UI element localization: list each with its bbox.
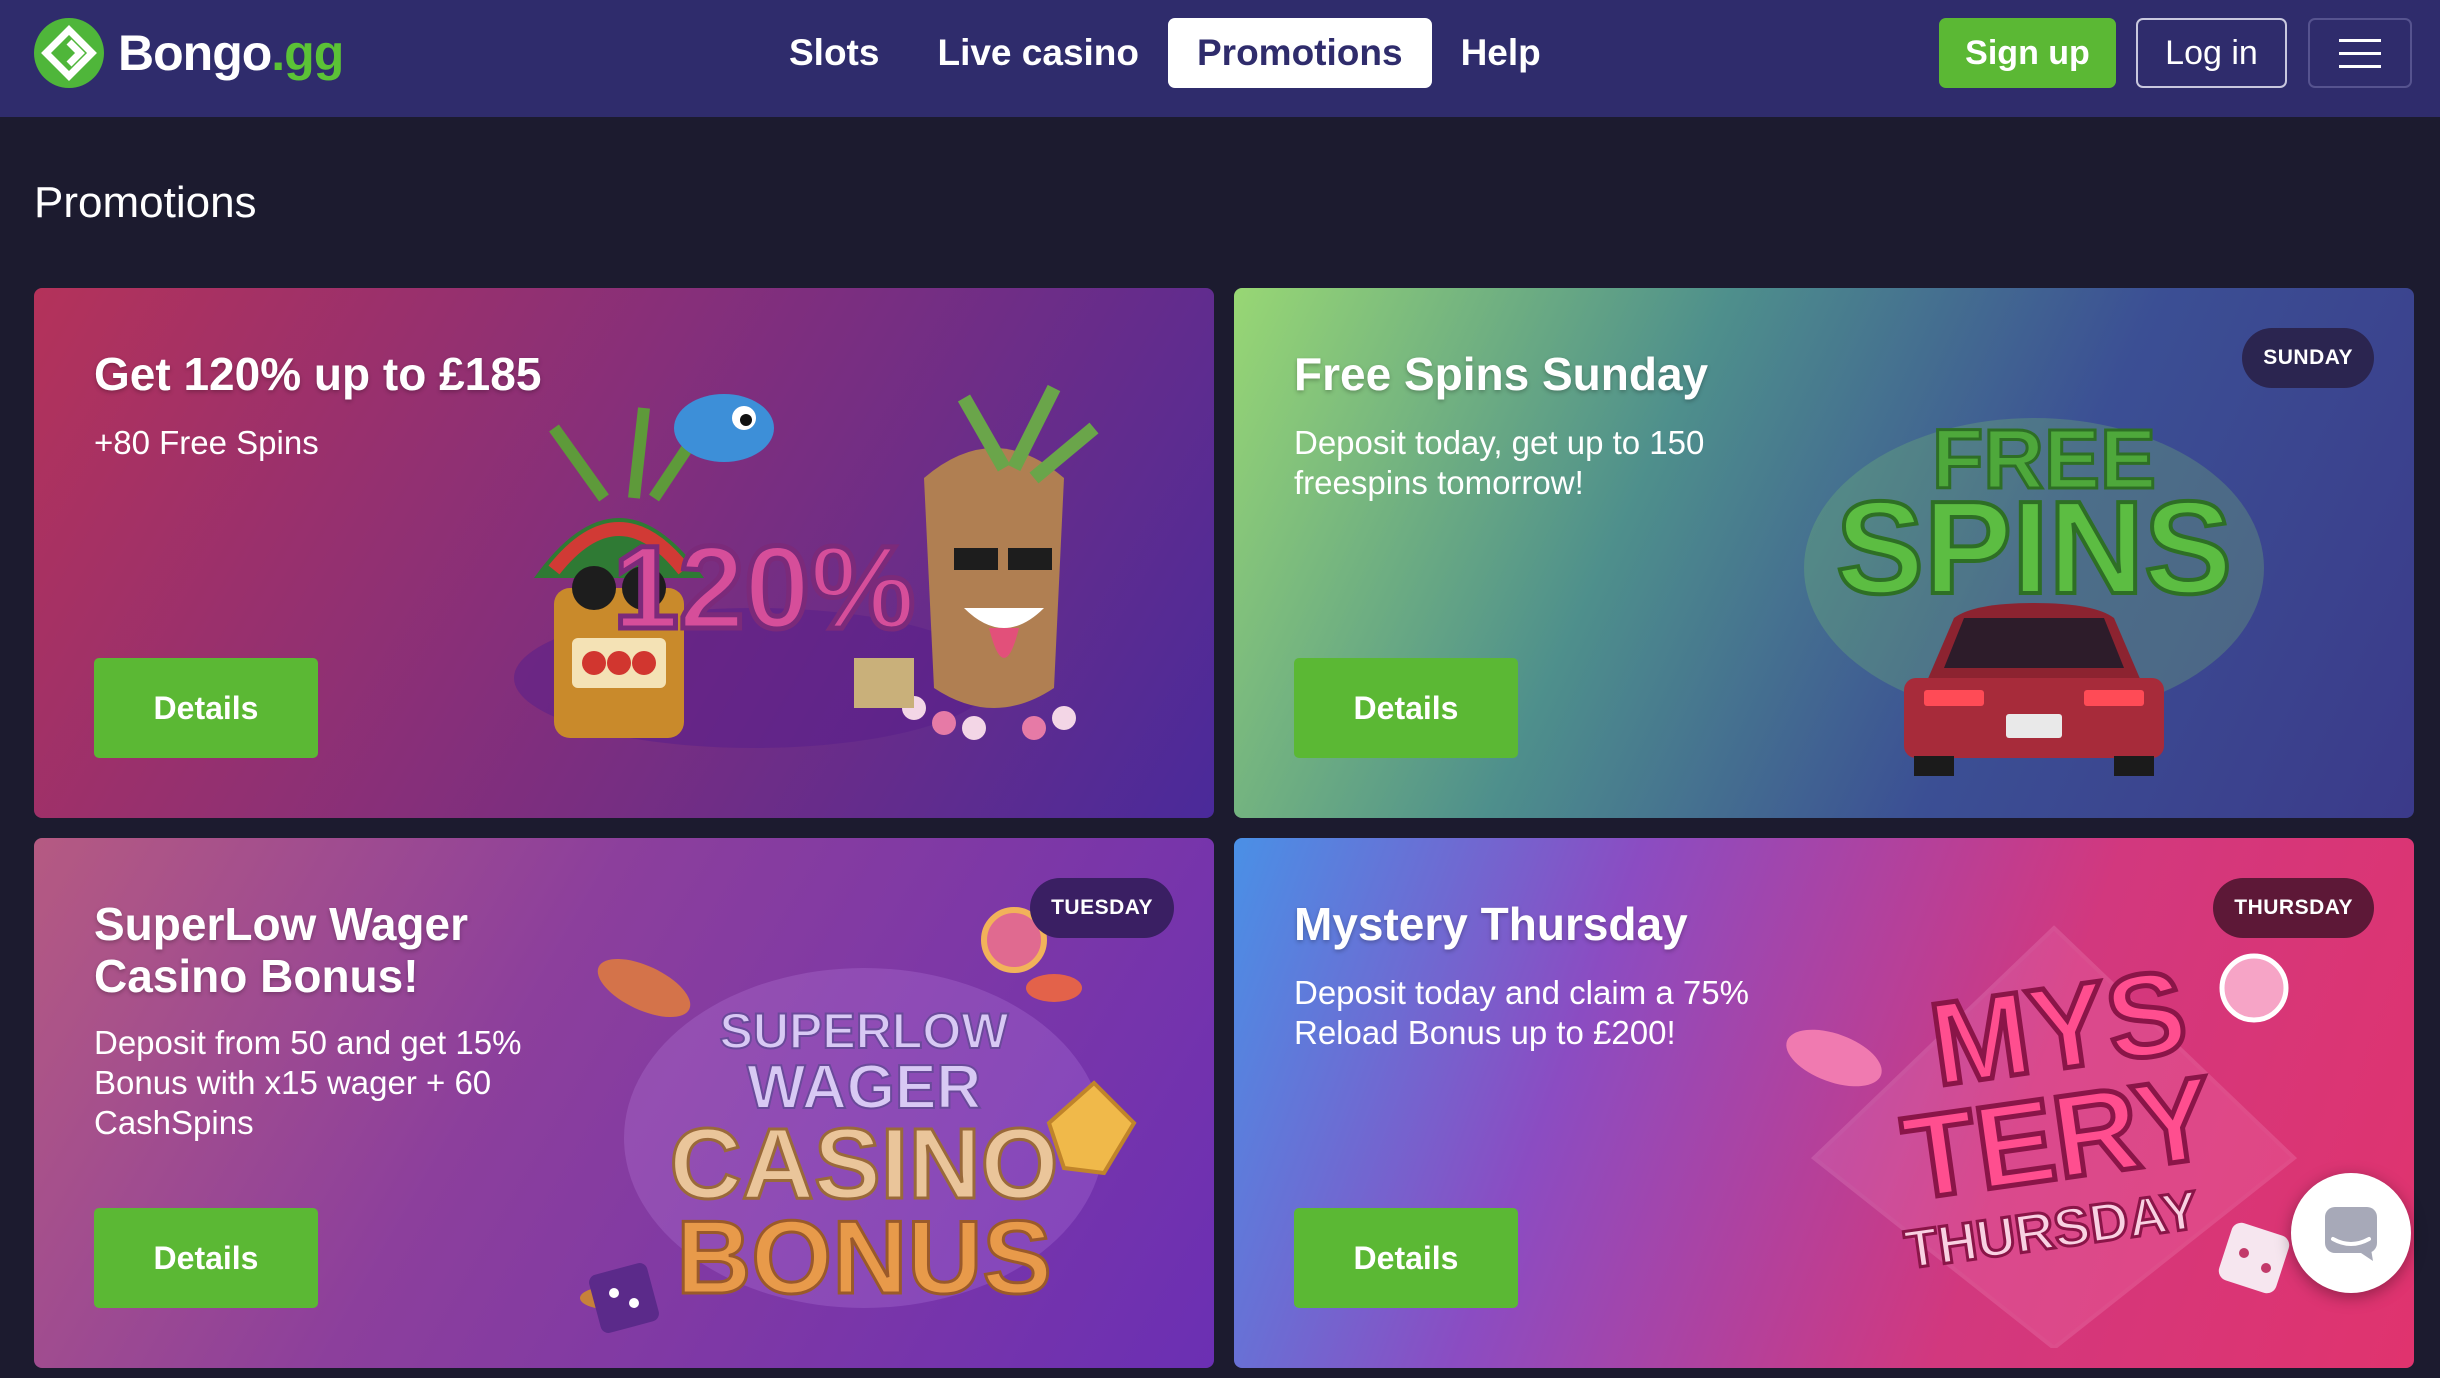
day-badge: SUNDAY [2242, 328, 2374, 388]
day-badge: TUESDAY [1030, 878, 1174, 938]
promo-art-text: BONUS [676, 1200, 1052, 1316]
top-header: Bongo.gg Slots Live casino Promotions He… [0, 0, 2440, 117]
page-title: Promotions [34, 178, 257, 227]
details-button[interactable]: Details [1294, 658, 1518, 758]
promo-description: +80 Free Spins [94, 424, 319, 461]
promo-title: Free Spins Sunday [1294, 348, 1709, 400]
promo-illustration: FREE SPINS [1804, 411, 2264, 776]
promo-description: Deposit from 50 and get 15% Bonus with x… [94, 1024, 522, 1141]
sign-up-button[interactable]: Sign up [1939, 18, 2116, 88]
nav-live-casino[interactable]: Live casino [908, 18, 1168, 88]
promo-description: Deposit today and claim a 75% Reload Bon… [1294, 974, 1749, 1051]
logo-text: Bongo [118, 25, 272, 81]
bongo-logo[interactable]: Bongo.gg [34, 18, 344, 88]
promo-title: SuperLow Wager Casino Bonus! [94, 898, 468, 1002]
bongo-logo-icon [34, 18, 104, 88]
promo-illustration: 120% [514, 384, 1099, 748]
details-button[interactable]: Details [94, 658, 318, 758]
details-button[interactable]: Details [1294, 1208, 1518, 1308]
promo-description: Deposit today, get up to 150 freespins t… [1294, 424, 1705, 501]
promo-card-mystery-thursday[interactable]: MYS TERY THURSDAY THURSDAY Mystery Thurs… [1234, 838, 2414, 1368]
nav-slots[interactable]: Slots [760, 18, 908, 88]
day-badge: THURSDAY [2213, 878, 2374, 938]
nav-help[interactable]: Help [1432, 18, 1570, 88]
chat-launcher-button[interactable] [2291, 1173, 2411, 1293]
promo-illustration: MYS TERY THURSDAY [1786, 925, 2298, 1348]
promo-art-text: SPINS [1836, 474, 2232, 621]
logo-suffix: .gg [271, 25, 344, 81]
hamburger-menu-icon[interactable] [2308, 18, 2412, 88]
main-nav: Slots Live casino Promotions Help [760, 18, 1570, 88]
promo-title: Mystery Thursday [1294, 898, 1688, 950]
chat-bubble-icon [2325, 1207, 2377, 1261]
promo-card-welcome[interactable]: 120% Get 120% up to £185 +80 Free Spins … [34, 288, 1214, 818]
promo-title: Get 120% up to £185 [94, 348, 542, 400]
nav-promotions[interactable]: Promotions [1168, 18, 1432, 88]
promo-art-text: SUPERLOW [720, 1003, 1010, 1059]
promo-card-free-spins-sunday[interactable]: FREE SPINS SUNDAY Free Spins Sunday Depo… [1234, 288, 2414, 818]
log-in-button[interactable]: Log in [2136, 18, 2287, 88]
promo-art-text: 120% [613, 522, 915, 654]
details-button[interactable]: Details [94, 1208, 318, 1308]
promo-card-superlow-wager[interactable]: SUPERLOW WAGER CASINO BONUS TUESDAY Supe… [34, 838, 1214, 1368]
